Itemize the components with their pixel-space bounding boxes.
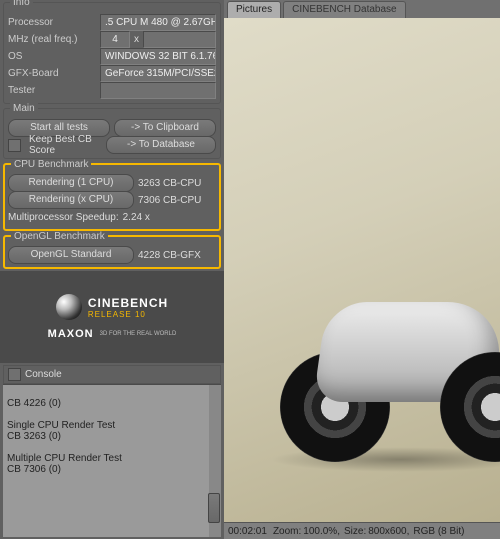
mhz-freq-field[interactable] — [143, 31, 216, 48]
status-zoom: 100.0%, — [303, 526, 340, 537]
console-checkbox[interactable] — [8, 368, 21, 381]
maxon-text: MAXON — [48, 328, 94, 340]
processor-field[interactable]: .5 CPU M 480 @ 2.67GHz — [100, 14, 216, 31]
status-mode: RGB (8 Bit) — [413, 526, 464, 537]
console-panel: Console CB 4226 (0) Single CPU Render Te… — [0, 363, 224, 539]
ogl-title: OpenGL Benchmark — [11, 231, 108, 242]
maxon-logo: MAXON 3D FOR THE REAL WORLD — [48, 328, 177, 340]
rendering-1cpu-value: 3263 CB-CPU — [138, 178, 201, 189]
info-group: Info Processor.5 CPU M 480 @ 2.67GHz MHz… — [3, 2, 221, 104]
cpu-benchmark-group: CPU Benchmark Rendering (1 CPU) 3263 CB-… — [3, 163, 221, 231]
tester-label: Tester — [8, 85, 100, 96]
main-title: Main — [10, 103, 38, 114]
status-size: 800x600, — [368, 526, 409, 537]
gfx-label: GFX-Board — [8, 68, 100, 79]
tab-pictures[interactable]: Pictures — [227, 1, 281, 18]
render-viewport[interactable] — [224, 18, 500, 522]
os-label: OS — [8, 51, 100, 62]
info-title: Info — [10, 0, 33, 8]
cinebench-text: CINEBENCH — [88, 296, 168, 310]
status-time: 00:02:01 — [228, 526, 267, 537]
opengl-standard-button[interactable]: OpenGL Standard — [8, 246, 134, 264]
maxon-tagline: 3D FOR THE REAL WORLD — [100, 331, 177, 337]
rendering-xcpu-button[interactable]: Rendering (x CPU) — [8, 191, 134, 209]
processor-label: Processor — [8, 17, 100, 28]
mp-speedup-label: Multiprocessor Speedup: — [8, 212, 119, 223]
console-output: CB 4226 (0) Single CPU Render Test CB 32… — [3, 384, 221, 537]
console-title: Console — [25, 369, 62, 380]
mhz-cores-field[interactable]: 4 — [100, 31, 130, 48]
main-group: Main Start all tests -> To Clipboard Kee… — [3, 108, 221, 159]
status-zoom-label: Zoom: — [273, 526, 301, 537]
console-text: CB 4226 (0) Single CPU Render Test CB 32… — [7, 387, 217, 475]
mp-speedup-value: 2.24 x — [123, 212, 150, 223]
console-scrollbar[interactable] — [209, 385, 221, 537]
mhz-label: MHz (real freq.) — [8, 34, 100, 45]
status-bar: 00:02:01 Zoom: 100.0%, Size: 800x600, RG… — [224, 522, 500, 539]
keep-best-checkbox[interactable] — [8, 139, 21, 152]
motorcycle-render — [270, 252, 500, 462]
rendering-1cpu-button[interactable]: Rendering (1 CPU) — [8, 174, 134, 192]
left-panel: Info Processor.5 CPU M 480 @ 2.67GHz MHz… — [0, 0, 224, 539]
to-database-button[interactable]: -> To Database — [106, 136, 216, 154]
mhz-x: x — [134, 34, 139, 45]
cinebench-logo: CINEBENCH RELEASE 10 — [56, 294, 168, 320]
tab-bar: Pictures CINEBENCH Database — [224, 0, 500, 18]
tab-database[interactable]: CINEBENCH Database — [283, 1, 405, 18]
opengl-benchmark-group: OpenGL Benchmark OpenGL Standard 4228 CB… — [3, 235, 221, 269]
to-clipboard-button[interactable]: -> To Clipboard — [114, 119, 216, 137]
scrollbar-thumb[interactable] — [208, 493, 220, 523]
keep-best-label: Keep Best CB Score — [29, 134, 102, 156]
cpu-title: CPU Benchmark — [11, 159, 91, 170]
sphere-icon — [56, 294, 82, 320]
release-text: RELEASE 10 — [88, 310, 168, 319]
gfx-field[interactable]: GeForce 315M/PCI/SSE2 — [100, 65, 216, 82]
right-panel: Pictures CINEBENCH Database 00:02:01 Zoo… — [224, 0, 500, 539]
tester-field[interactable] — [100, 82, 216, 99]
status-size-label: Size: — [344, 526, 366, 537]
opengl-value: 4228 CB-GFX — [138, 250, 201, 261]
logo-area: CINEBENCH RELEASE 10 MAXON 3D FOR THE RE… — [0, 271, 224, 363]
os-field[interactable]: WINDOWS 32 BIT 6.1.760 — [100, 48, 216, 65]
rendering-xcpu-value: 7306 CB-CPU — [138, 195, 201, 206]
